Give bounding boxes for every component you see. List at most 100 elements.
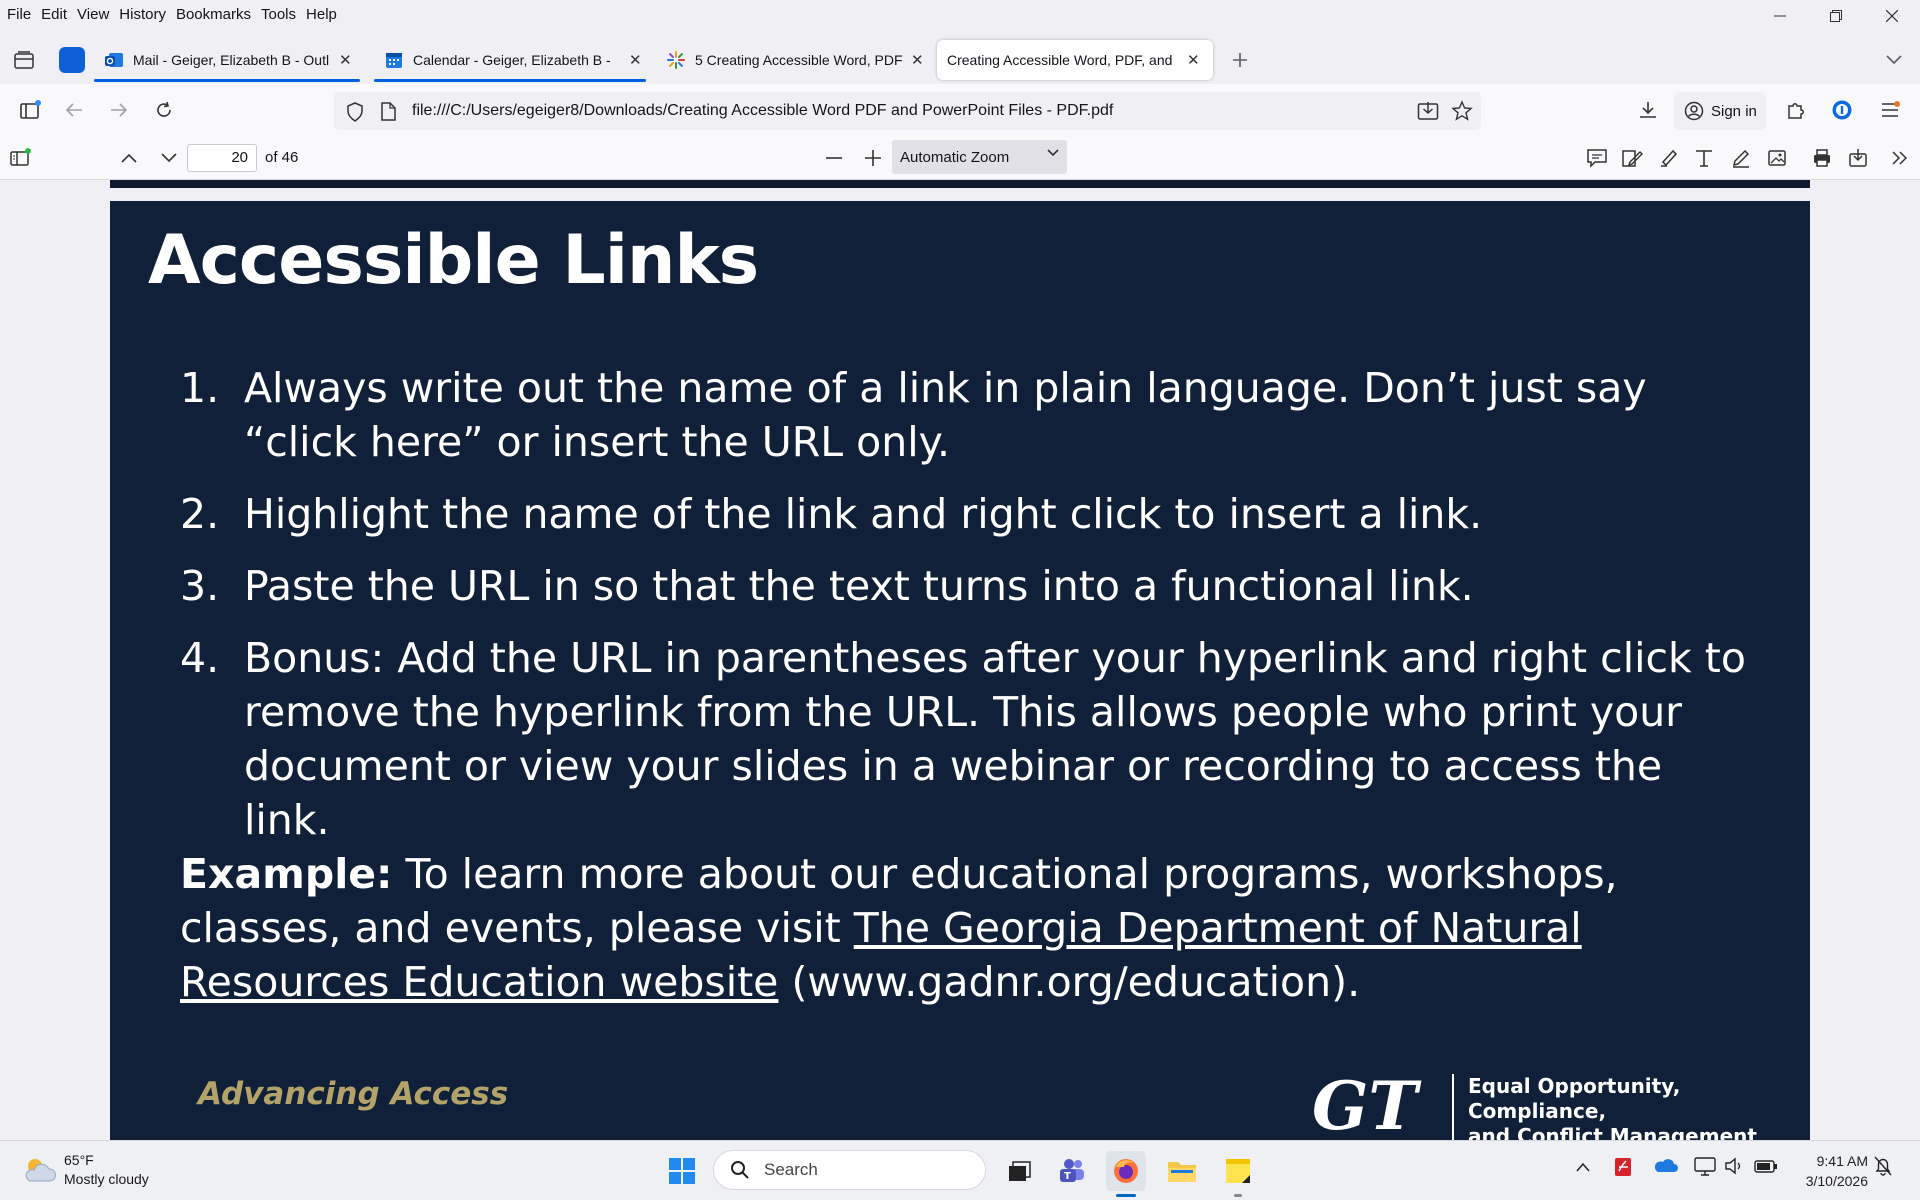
- task-view-button[interactable]: [1000, 1151, 1040, 1191]
- list-all-tabs-button[interactable]: [1880, 46, 1908, 74]
- clock[interactable]: 9:41 AM 3/10/2026: [1792, 1151, 1868, 1191]
- bookmark-star-icon[interactable]: [1451, 100, 1473, 122]
- pdf-reader-tray[interactable]: [1614, 1155, 1634, 1180]
- start-button[interactable]: [662, 1151, 702, 1191]
- tab-pdf-active[interactable]: Creating Accessible Word, PDF, and ✕: [937, 40, 1213, 80]
- battery-tray[interactable]: [1754, 1156, 1778, 1179]
- password-manager-button[interactable]: [1828, 96, 1856, 124]
- url-bar[interactable]: file:///C:/Users/egeiger8/Downloads/Crea…: [334, 92, 1481, 130]
- minimize-button[interactable]: [1752, 0, 1808, 32]
- notifications-button[interactable]: [1874, 1156, 1892, 1179]
- chevron-up-icon: [121, 153, 137, 163]
- reload-button[interactable]: [150, 96, 178, 124]
- pdf-page: Accessible Links 1. Always write out the …: [110, 201, 1810, 1140]
- windows-icon: [669, 1158, 695, 1184]
- zoom-out-button[interactable]: [820, 144, 848, 172]
- highlighter-icon: [1661, 149, 1678, 167]
- close-tab-icon[interactable]: ✕: [911, 51, 924, 69]
- close-tab-icon[interactable]: ✕: [629, 51, 642, 69]
- print-button[interactable]: [1808, 144, 1836, 172]
- sidebar-button[interactable]: [16, 96, 44, 124]
- cloud-icon: [25, 1159, 56, 1182]
- add-comment-button[interactable]: [1583, 144, 1611, 172]
- previous-page-button[interactable]: [115, 144, 143, 172]
- close-window-button[interactable]: [1864, 0, 1920, 32]
- new-tab-button[interactable]: [1226, 46, 1254, 74]
- minus-icon: [826, 157, 842, 159]
- adobe-icon: [1615, 1158, 1631, 1176]
- menu-edit[interactable]: Edit: [41, 6, 67, 23]
- sign-in-button[interactable]: Sign in: [1674, 92, 1766, 130]
- firefox-view-button[interactable]: [10, 46, 38, 74]
- list-item: 1. Always write out the name of a link in…: [180, 364, 1647, 466]
- tab-mail[interactable]: Mail - Geiger, Elizabeth B - Outl ✕: [94, 40, 360, 82]
- plus-icon: [1233, 53, 1247, 67]
- onedrive-tray[interactable]: [1654, 1157, 1678, 1176]
- zoom-in-button[interactable]: [859, 144, 887, 172]
- office-name: Equal Opportunity, Compliance, and Confl…: [1452, 1074, 1810, 1140]
- back-button[interactable]: [60, 96, 88, 124]
- zoom-value: Automatic Zoom: [900, 148, 1010, 166]
- account-icon: [1684, 101, 1704, 121]
- tab-pdf-5[interactable]: 5 Creating Accessible Word, PDF ✕: [656, 40, 928, 80]
- tools-menu-button[interactable]: [1886, 144, 1914, 172]
- add-text-button[interactable]: [1690, 144, 1718, 172]
- sidebar-icon: [20, 100, 41, 119]
- toggle-sidebar-button[interactable]: [6, 144, 34, 172]
- page-number-input[interactable]: 20: [187, 144, 257, 172]
- list-item: 3. Paste the URL in so that the text turn…: [180, 562, 1474, 610]
- calendar-icon: [386, 53, 402, 68]
- restore-button[interactable]: [1808, 0, 1864, 32]
- printer-icon: [1814, 149, 1830, 167]
- next-page-button[interactable]: [155, 144, 183, 172]
- url-text[interactable]: file:///C:/Users/egeiger8/Downloads/Crea…: [412, 102, 1113, 120]
- weather-widget[interactable]: 65°F Mostly cloudy: [22, 1151, 149, 1189]
- menu-history[interactable]: History: [119, 6, 166, 23]
- speaker-icon: [1725, 1157, 1741, 1175]
- reload-icon: [157, 101, 171, 117]
- firefox-taskbar-button[interactable]: [1106, 1151, 1146, 1197]
- text-icon: [1696, 150, 1712, 167]
- file-explorer-button[interactable]: [1162, 1151, 1202, 1191]
- close-tab-icon[interactable]: ✕: [339, 51, 352, 69]
- instruction-list: 1. Always write out the name of a link in…: [180, 361, 1760, 865]
- sign-edit-button[interactable]: [1618, 144, 1646, 172]
- zoom-select[interactable]: Automatic Zoom: [892, 140, 1067, 174]
- menu-tools[interactable]: Tools: [261, 6, 296, 23]
- close-tab-icon[interactable]: ✕: [1187, 51, 1200, 69]
- tab-calendar[interactable]: Calendar - Geiger, Elizabeth B - ✕: [374, 40, 646, 82]
- menu-help[interactable]: Help: [306, 6, 337, 23]
- save-icon: [1849, 149, 1867, 167]
- password-manager-icon: [1832, 100, 1852, 120]
- teams-icon: T: [1060, 1159, 1084, 1182]
- forward-button[interactable]: [105, 96, 133, 124]
- search-placeholder: Search: [764, 1160, 818, 1179]
- display-tray[interactable]: [1694, 1156, 1716, 1179]
- save-pdf-button[interactable]: [1844, 144, 1872, 172]
- downloads-button[interactable]: [1634, 96, 1662, 124]
- image-icon: [1768, 150, 1786, 166]
- volume-tray[interactable]: [1724, 1156, 1744, 1179]
- arrow-right-icon: [111, 103, 128, 117]
- menu-view[interactable]: View: [77, 6, 109, 23]
- save-to-pocket-icon[interactable]: [1417, 101, 1439, 121]
- draw-button[interactable]: [1727, 144, 1755, 172]
- taskbar-search[interactable]: Search: [713, 1150, 986, 1190]
- menu-file[interactable]: File: [7, 6, 31, 23]
- app-menu-button[interactable]: [1876, 96, 1904, 124]
- pinned-tab[interactable]: [58, 46, 86, 74]
- add-image-button[interactable]: [1763, 144, 1791, 172]
- extensions-button[interactable]: [1782, 96, 1810, 124]
- signature-icon: [1622, 150, 1643, 167]
- highlight-button[interactable]: [1654, 144, 1682, 172]
- file-icon: [381, 102, 396, 121]
- sticky-notes-button[interactable]: [1218, 1151, 1258, 1197]
- menu-bookmarks[interactable]: Bookmarks: [176, 6, 251, 23]
- weather-condition: Mostly cloudy: [64, 1171, 149, 1187]
- teams-button[interactable]: T: [1052, 1151, 1092, 1191]
- pdf-viewer[interactable]: Accessible Links 1. Always write out the …: [0, 180, 1920, 1140]
- sticky-note-icon: [1226, 1159, 1250, 1183]
- show-hidden-icons-button[interactable]: [1576, 1159, 1590, 1175]
- georgia-tech-logo: GT: [1312, 1071, 1422, 1137]
- navigation-bar: file:///C:/Users/egeiger8/Downloads/Crea…: [0, 84, 1920, 136]
